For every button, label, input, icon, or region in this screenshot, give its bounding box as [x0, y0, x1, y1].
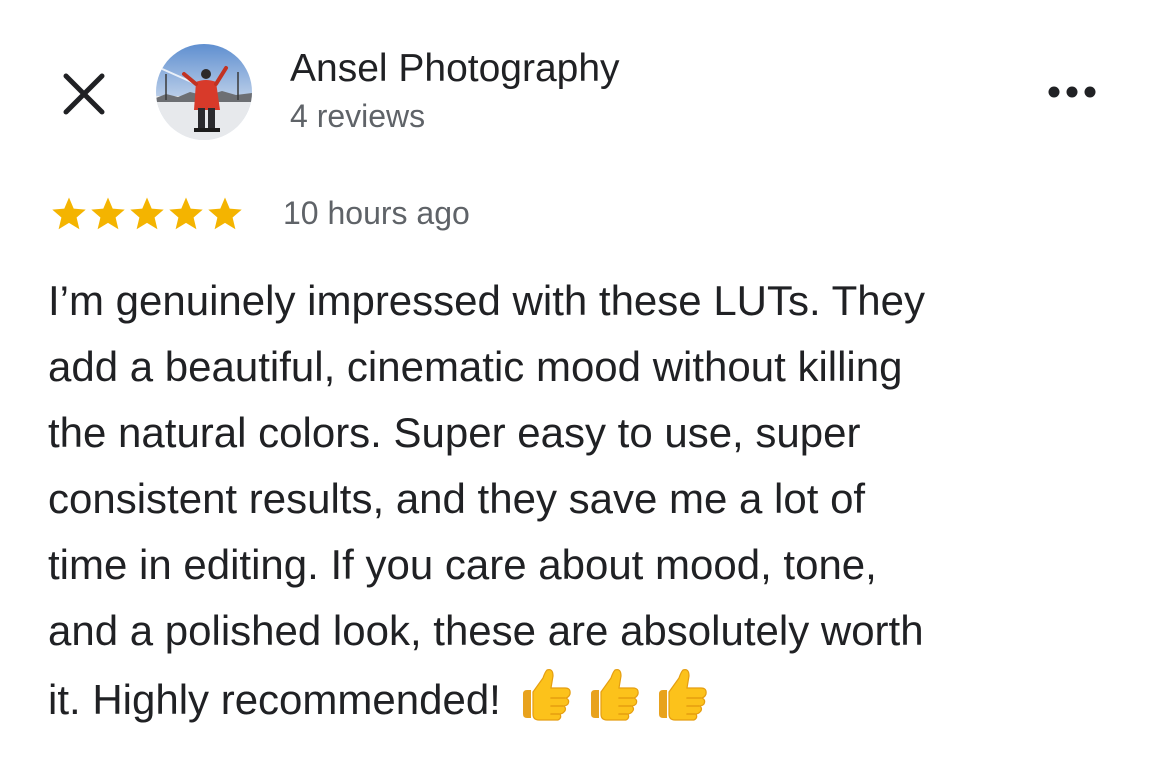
- thumbs-up-icon: [515, 664, 575, 724]
- emoji-group: [515, 664, 719, 724]
- reviewer-name[interactable]: Ansel Photography: [290, 45, 620, 93]
- review-text: I’m genuinely impressed with these LUTs.…: [48, 268, 1138, 733]
- more-options-icon: [1048, 86, 1096, 98]
- star-icon: [167, 195, 205, 233]
- review-line: the natural colors. Super easy to use, s…: [48, 400, 1138, 466]
- close-button[interactable]: [58, 68, 110, 120]
- review-time: 10 hours ago: [283, 195, 470, 231]
- review-line-text: and a polished look, these are absolutel…: [48, 607, 924, 654]
- review-line: time in editing. If you care about mood,…: [48, 532, 1138, 598]
- more-options-button[interactable]: [1040, 76, 1104, 108]
- close-icon: [63, 73, 105, 115]
- review-line-text: time in editing. If you care about mood,…: [48, 541, 877, 588]
- star-rating: [50, 193, 245, 235]
- review-line: I’m genuinely impressed with these LUTs.…: [48, 268, 1138, 334]
- review-line: consistent results, and they save me a l…: [48, 466, 1138, 532]
- avatar[interactable]: [156, 44, 252, 140]
- review-line: it. Highly recommended!: [48, 664, 1138, 733]
- review-line: and a polished look, these are absolutel…: [48, 598, 1138, 664]
- star-icon: [50, 195, 88, 233]
- review-line-text: I’m genuinely impressed with these LUTs.…: [48, 277, 925, 324]
- review-line: add a beautiful, cinematic mood without …: [48, 334, 1138, 400]
- review-count: 4 reviews: [290, 98, 426, 134]
- review-line-text: the natural colors. Super easy to use, s…: [48, 409, 861, 456]
- star-icon: [89, 195, 127, 233]
- thumbs-up-icon: [651, 664, 711, 724]
- star-icon: [206, 195, 244, 233]
- thumbs-up-icon: [583, 664, 643, 724]
- avatar-photo: [156, 44, 252, 140]
- review-line-text: add a beautiful, cinematic mood without …: [48, 343, 903, 390]
- review-line-text: it. Highly recommended!: [48, 676, 501, 723]
- review-line-text: consistent results, and they save me a l…: [48, 475, 866, 522]
- star-icon: [128, 195, 166, 233]
